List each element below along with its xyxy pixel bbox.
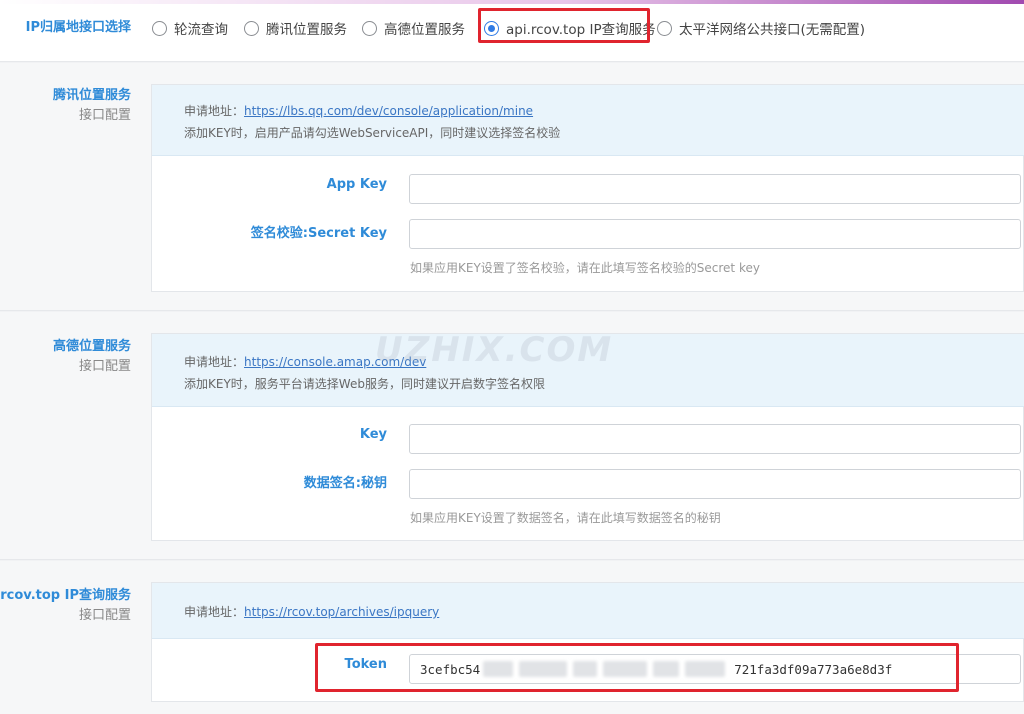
tencent-info-box: 申请地址：https://lbs.qq.com/dev/console/appl…: [152, 85, 1024, 156]
tencent-secret-hint: 如果应用KEY设置了签名校验，请在此填写签名校验的Secret key: [410, 261, 760, 275]
tencent-appkey-label: App Key: [326, 177, 387, 192]
apply-prefix: 申请地址：: [184, 355, 245, 369]
token-redaction-blur: [519, 661, 568, 677]
rcov-subtitle: 接口配置: [78, 608, 131, 623]
amap-note: 添加KEY时，服务平台请选择Web服务，同时建议开启数字签名权限: [184, 377, 545, 391]
rcov-token-input[interactable]: 3cefbc54 721fa3df09a773a6e8d3f: [409, 654, 1021, 684]
tencent-secret-label: 签名校验:Secret Key: [250, 226, 387, 241]
radio-label: 轮流查询: [174, 22, 228, 38]
radio-round-robin[interactable]: 轮流查询: [152, 18, 228, 38]
radio-tencent[interactable]: 腾讯位置服务: [244, 18, 347, 38]
tencent-section: 腾讯位置服务 接口配置 申请地址：https://lbs.qq.com/dev/…: [0, 63, 1024, 311]
amap-title: 高德位置服务: [52, 339, 131, 354]
token-redaction-blur: [573, 661, 598, 677]
amap-secret-label: 数据签名:秘钥: [303, 476, 387, 491]
radio-label: api.rcov.top IP查询服务: [506, 22, 656, 38]
tencent-note: 添加KEY时，启用产品请勾选WebServiceAPI，同时建议选择签名校验: [184, 126, 561, 140]
apply-prefix: 申请地址：: [184, 104, 245, 118]
amap-key-input[interactable]: [409, 424, 1021, 454]
rcov-section: pi.rcov.top IP查询服务 接口配置 申请地址：https://rco…: [0, 561, 1024, 714]
rcov-apply-link[interactable]: https://rcov.top/archives/ipquery: [244, 605, 439, 619]
amap-info-box: 申请地址：https://console.amap.com/dev 添加KEY时…: [152, 334, 1024, 407]
amap-key-label: Key: [359, 427, 387, 442]
tencent-subtitle: 接口配置: [78, 108, 131, 123]
token-redaction-blur: [685, 661, 726, 677]
apply-prefix: 申请地址：: [184, 605, 245, 619]
ip-selector-row: IP归属地接口选择 轮流查询 腾讯位置服务 高德位置服务 api.rcov.to…: [0, 4, 1024, 62]
amap-section: 高德位置服务 接口配置 申请地址：https://console.amap.co…: [0, 312, 1024, 560]
rcov-title: pi.rcov.top IP查询服务: [0, 588, 131, 603]
radio-circle-icon[interactable]: [244, 20, 259, 36]
radio-circle-icon[interactable]: [657, 20, 672, 36]
radio-label: 高德位置服务: [384, 22, 465, 38]
token-visible-start: 3cefbc54: [420, 661, 481, 677]
tencent-title: 腾讯位置服务: [52, 88, 131, 103]
radio-pconline[interactable]: 太平洋网络公共接口(无需配置): [657, 18, 865, 38]
amap-secret-hint: 如果应用KEY设置了数据签名，请在此填写数据签名的秘钥: [410, 511, 721, 525]
amap-apply-link[interactable]: https://console.amap.com/dev: [244, 355, 426, 369]
rcov-info-box: 申请地址：https://rcov.top/archives/ipquery: [152, 583, 1024, 639]
token-visible-end: 721fa3df09a773a6e8d3f: [734, 661, 893, 677]
ip-selector-label: IP归属地接口选择: [25, 20, 131, 35]
token-redaction-blur: [603, 661, 648, 677]
token-redaction-blur: [483, 661, 514, 677]
rcov-apply-line: 申请地址：https://rcov.top/archives/ipquery: [184, 601, 992, 623]
tencent-appkey-input[interactable]: [409, 174, 1021, 204]
rcov-panel: 申请地址：https://rcov.top/archives/ipquery T…: [151, 582, 1024, 702]
tencent-secret-input[interactable]: [409, 219, 1021, 249]
tencent-apply-link[interactable]: https://lbs.qq.com/dev/console/applicati…: [244, 104, 533, 118]
token-redaction-blur: [653, 661, 680, 677]
rcov-token-label: Token: [344, 657, 387, 672]
radio-label: 腾讯位置服务: [266, 22, 347, 38]
radio-checked-icon[interactable]: [484, 20, 499, 36]
amap-panel: 申请地址：https://console.amap.com/dev 添加KEY时…: [151, 333, 1024, 541]
radio-circle-icon[interactable]: [152, 20, 167, 36]
amap-apply-line: 申请地址：https://console.amap.com/dev: [184, 351, 992, 373]
amap-subtitle: 接口配置: [78, 359, 131, 374]
radio-rcov[interactable]: api.rcov.top IP查询服务: [484, 18, 656, 38]
radio-label: 太平洋网络公共接口(无需配置): [679, 22, 866, 38]
tencent-panel: 申请地址：https://lbs.qq.com/dev/console/appl…: [151, 84, 1024, 292]
radio-amap[interactable]: 高德位置服务: [362, 18, 465, 38]
tencent-apply-line: 申请地址：https://lbs.qq.com/dev/console/appl…: [184, 100, 992, 122]
amap-secret-input[interactable]: [409, 469, 1021, 499]
radio-circle-icon[interactable]: [362, 20, 377, 36]
